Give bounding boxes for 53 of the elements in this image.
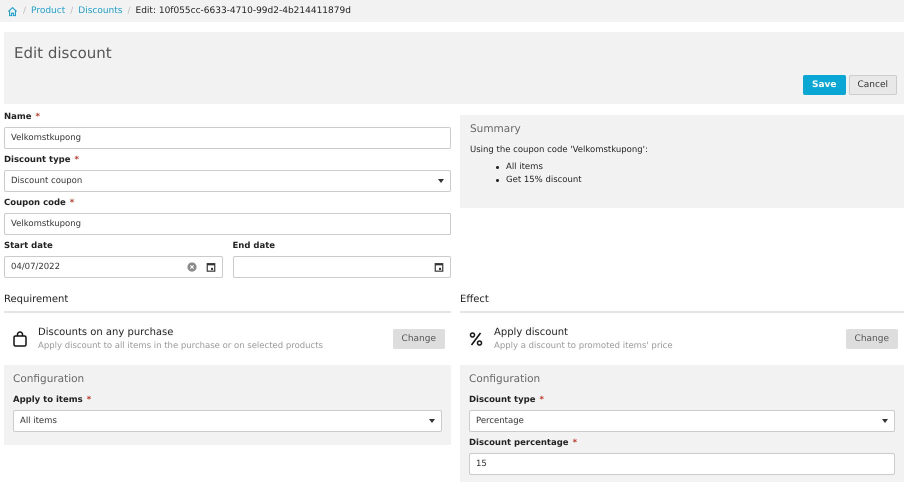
option-description: Apply discount to all items in the purchase or on selected products — [38, 341, 324, 351]
configuration-title: Configuration — [469, 373, 542, 385]
bullet-icon — [496, 179, 499, 182]
input-field[interactable]: 15 — [469, 453, 895, 475]
configuration-title: Configuration — [13, 373, 86, 385]
select-field[interactable]: All items — [13, 410, 442, 432]
field-label: Discount percentage — [469, 438, 569, 448]
page-title: Edit discount — [14, 44, 112, 62]
summary-item: All items — [506, 161, 543, 174]
date-field[interactable] — [232, 256, 451, 278]
calendar-icon[interactable] — [206, 262, 216, 272]
select-field[interactable]: Percentage — [469, 410, 895, 432]
field-label: Apply to items — [13, 395, 83, 405]
option-title: Apply discount — [494, 327, 569, 338]
change-button[interactable]: Change — [846, 329, 898, 349]
breadcrumb-current: Edit: 10f055cc-6633-4710-99d2-4b214411879d — [136, 6, 351, 16]
summary-text: Using the coupon code 'Velkomstkupong': — [470, 145, 649, 155]
breadcrumb-separator: / — [127, 6, 131, 16]
field-label: Coupon code — [4, 198, 66, 208]
calendar-icon[interactable] — [434, 262, 444, 272]
required-mark: * — [74, 155, 79, 165]
section-heading: Requirement — [4, 294, 70, 307]
section-heading: Effect — [460, 294, 490, 307]
field-label: End date — [232, 241, 276, 251]
caret-icon — [429, 419, 435, 423]
caret-icon — [438, 179, 444, 183]
cancel-button[interactable]: Cancel — [848, 75, 897, 95]
input-field[interactable]: Velkomstkupong — [4, 127, 451, 149]
required-mark: * — [86, 395, 92, 405]
change-button[interactable]: Change — [392, 329, 445, 349]
option-title: Discounts on any purchase — [38, 327, 174, 338]
required-mark: * — [70, 198, 74, 208]
field-label: Discount type — [469, 395, 536, 405]
input-field[interactable]: Velkomstkupong — [4, 213, 451, 235]
summary-title: Summary — [470, 123, 522, 135]
caret-icon — [882, 419, 888, 423]
bullet-icon — [496, 166, 499, 169]
breadcrumb-separator: / — [23, 6, 26, 16]
required-mark: * — [572, 438, 578, 448]
select-field[interactable]: Discount coupon — [4, 170, 451, 192]
percent-icon — [468, 331, 484, 347]
required-mark: * — [540, 395, 544, 405]
field-label: Name — [4, 112, 32, 122]
summary-item: Get 15% discount — [506, 174, 582, 187]
required-mark: * — [35, 112, 40, 122]
breadcrumb-separator: / — [70, 6, 74, 16]
shopping-bag-icon — [12, 331, 28, 347]
date-field[interactable]: 04/07/2022 — [4, 256, 222, 278]
clear-icon[interactable] — [186, 262, 196, 272]
field-label: Start date — [4, 241, 53, 251]
home-icon[interactable] — [7, 6, 18, 16]
field-label: Discount type — [4, 155, 70, 165]
option-description: Apply a discount to promoted items' price — [494, 341, 674, 351]
